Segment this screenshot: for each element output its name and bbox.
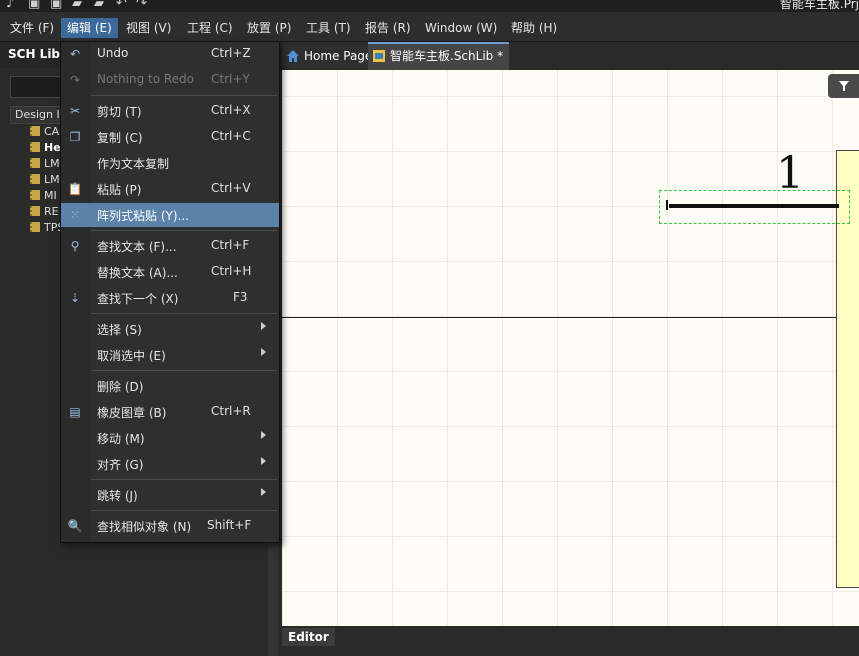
menu-place[interactable]: 放置 (P) [241,18,297,38]
menu-item-rubber-stamp[interactable]: ▤ 橡皮图章 (B) Ctrl+R [61,400,279,424]
menu-file[interactable]: 文件 (F) [4,18,60,38]
menu-item-replace-text[interactable]: 替换文本 (A)... Ctrl+H [61,260,279,284]
design-item[interactable]: MI [30,189,57,205]
menu-item-cut[interactable]: ✂ 剪切 (T) Ctrl+X [61,99,279,123]
menu-item-copy-as-text[interactable]: 作为文本复制 [61,151,279,175]
menu-separator [91,370,277,371]
menu-item-deselect[interactable]: 取消选中 (E) [61,343,279,367]
menu-item-find-text[interactable]: ⚲ 查找文本 (F)... Ctrl+F [61,234,279,258]
component-icon [30,190,40,200]
array-paste-icon: ⁙ [69,208,81,222]
tab-schlib[interactable]: 智能车主板.SchLib * [368,42,510,70]
pin-number: 1 [776,148,804,199]
submenu-arrow-icon [261,457,266,465]
menu-view[interactable]: 视图 (V) [120,18,177,38]
pin-line[interactable] [669,204,839,208]
undo-quick-icon[interactable]: ↶ [116,0,127,11]
submenu-arrow-icon [261,488,266,496]
design-item[interactable]: LM [30,173,60,189]
cut-icon: ✂ [69,104,81,118]
binoculars-icon: ⚲ [70,239,80,253]
editor-tab[interactable]: Editor [282,628,335,646]
menu-help[interactable]: 帮助 (H) [505,18,563,38]
design-item[interactable]: CA [30,125,59,141]
menu-separator [91,313,277,314]
tab-home-page[interactable]: Home Page [282,44,379,68]
menu-item-paste[interactable]: 📋 粘贴 (P) Ctrl+V [61,177,279,201]
undo-icon: ↶ [69,47,81,61]
submenu-arrow-icon [261,322,266,330]
menu-item-copy[interactable]: ❐ 复制 (C) Ctrl+C [61,125,279,149]
menu-reports[interactable]: 报告 (R) [359,18,417,38]
paste-icon: 📋 [67,182,83,196]
component-icon [30,222,40,232]
redo-quick-icon[interactable]: ↷ [136,0,147,11]
menu-edit[interactable]: 编辑 (E) [61,18,118,38]
component-icon [30,126,40,136]
save-icon[interactable]: ▣ [28,0,40,11]
menu-separator [91,479,277,480]
schlib-file-icon [373,50,385,62]
design-item[interactable]: RE [30,205,59,221]
menu-item-undo[interactable]: ↶ Undo Ctrl+Z [61,42,279,66]
copy-icon: ❐ [69,130,81,144]
find-next-icon: ⇣ [69,291,81,305]
menu-item-find-next[interactable]: ⇣ 查找下一个 (X) F3 [61,286,279,310]
home-icon [287,50,299,62]
component-icon [30,142,40,152]
menu-item-delete[interactable]: 删除 (D) [61,374,279,398]
menu-item-select[interactable]: 选择 (S) [61,317,279,341]
menu-item-jump[interactable]: 跳转 (J) [61,483,279,507]
magnifier-icon: 🔍 [67,519,83,533]
canvas-axis-line [282,317,837,318]
menu-separator [91,95,277,96]
title-bar: ♪ ▣ ▣ ▰ ▰ ↶ ↷ 智能车主板.Prj [0,0,859,12]
redo-icon: ↷ [69,73,81,87]
rubber-stamp-icon: ▤ [69,405,81,419]
pin-end-marker [666,200,674,210]
filter-icon [839,81,849,91]
design-item[interactable]: LM [30,157,60,173]
filter-button[interactable] [828,74,859,98]
document-tab-bar: Home Page 智能车主板.SchLib * [280,42,859,70]
menu-window[interactable]: Window (W) [419,18,503,38]
menu-separator [91,510,277,511]
submenu-arrow-icon [261,431,266,439]
menu-item-redo[interactable]: ↷ Nothing to Redo Ctrl+Y [61,68,279,92]
menu-bar: 文件 (F) 编辑 (E) 视图 (V) 工程 (C) 放置 (P) 工具 (T… [0,12,859,42]
menu-item-find-similar[interactable]: 🔍 查找相似对象 (N) Shift+F [61,514,279,538]
window-title: 智能车主板.Prj [779,0,859,11]
edit-menu-dropdown: ↶ Undo Ctrl+Z ↷ Nothing to Redo Ctrl+Y ✂… [60,41,280,543]
menu-tools[interactable]: 工具 (T) [300,18,357,38]
submenu-arrow-icon [261,348,266,356]
app-logo-icon: ♪ [6,0,15,11]
schematic-canvas[interactable]: 1 [282,70,859,626]
open-project-icon[interactable]: ▰ [94,0,104,11]
menu-item-array-paste[interactable]: ⁙ 阵列式粘贴 (Y)... [61,203,279,227]
editor-bar: Editor [280,626,859,656]
save-all-icon[interactable]: ▣ [50,0,62,11]
design-item[interactable]: He [30,141,61,157]
menu-item-move[interactable]: 移动 (M) [61,426,279,450]
component-icon [30,158,40,168]
component-icon [30,174,40,184]
menu-item-align[interactable]: 对齐 (G) [61,452,279,476]
open-icon[interactable]: ▰ [72,0,82,11]
menu-project[interactable]: 工程 (C) [181,18,239,38]
menu-separator [91,230,277,231]
component-icon [30,206,40,216]
design-items-label: Design It [15,108,65,121]
